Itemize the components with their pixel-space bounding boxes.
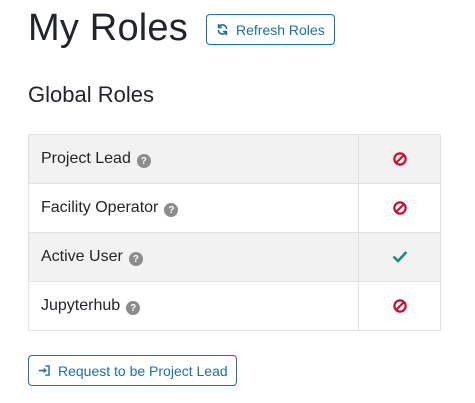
header: My Roles: [28, 4, 188, 52]
role-label: Facility Operator: [41, 198, 159, 216]
ban-icon: [392, 298, 408, 314]
page-title: My Roles: [28, 7, 188, 49]
table-row: Active User?: [27, 232, 441, 282]
role-status-cell: [358, 183, 441, 233]
sign-in-icon: [38, 364, 51, 377]
role-name-cell: Project Lead?: [27, 134, 360, 184]
request-project-lead-button[interactable]: Request to be Project Lead: [28, 355, 237, 386]
request-project-lead-label: Request to be Project Lead: [58, 362, 228, 379]
help-icon[interactable]: ?: [136, 154, 151, 169]
help-icon[interactable]: ?: [164, 203, 179, 218]
refresh-icon: [216, 23, 229, 36]
role-status-cell: [358, 134, 441, 184]
refresh-roles-button[interactable]: Refresh Roles: [206, 14, 335, 45]
help-icon[interactable]: ?: [128, 252, 143, 267]
table-row: Project Lead?: [27, 134, 441, 184]
role-status-cell: [358, 232, 441, 282]
global-roles-title: Global Roles: [28, 82, 154, 107]
role-name-cell: Active User?: [27, 232, 360, 282]
help-icon[interactable]: ?: [126, 301, 141, 316]
role-status-cell: [358, 281, 441, 331]
role-name-cell: Facility Operator?: [27, 183, 360, 233]
check-icon: [392, 249, 408, 265]
table-row: Jupyterhub?: [27, 281, 441, 331]
table-row: Facility Operator?: [27, 183, 441, 233]
refresh-roles-label: Refresh Roles: [236, 21, 325, 38]
ban-icon: [392, 151, 408, 167]
role-label: Active User: [41, 247, 123, 265]
my-roles-page: My Roles Refresh Roles Global Roles Proj…: [0, 0, 475, 403]
role-name-cell: Jupyterhub?: [27, 281, 360, 331]
global-roles-table: Project Lead? Facility Operator? Active …: [27, 134, 441, 331]
role-label: Project Lead: [41, 149, 131, 167]
role-label: Jupyterhub: [41, 296, 121, 314]
ban-icon: [392, 200, 408, 216]
